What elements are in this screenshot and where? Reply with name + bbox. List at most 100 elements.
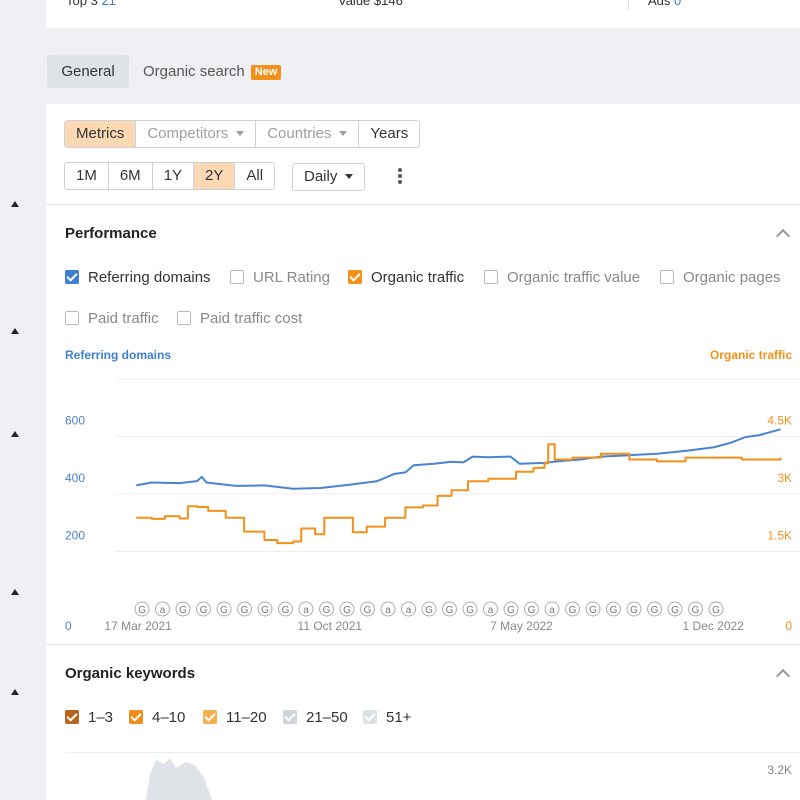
chart-series [136,428,782,545]
expand-up-icon[interactable] [11,689,19,695]
annotation-label: G [712,605,720,616]
annotation-label: a [549,605,555,616]
performance-title: Performance [65,225,157,242]
more-options-icon[interactable] [398,168,402,186]
annotation-label: a [385,605,391,616]
annotation-marker: G [524,601,539,617]
annotation-label: G [692,605,700,616]
checkbox-paid-traffic[interactable]: Paid traffic [65,310,159,327]
range-1y-label: 1Y [163,167,183,184]
mode-years[interactable]: Years [359,121,419,147]
range-6m-label: 6M [119,167,141,184]
ads-label: Ads 0 [648,0,681,8]
annotation-marker: G [626,601,642,617]
annotation-marker: G [216,601,232,617]
checkbox-checked-icon [348,270,362,284]
annotation-marker: a [483,601,498,617]
annotation-marker: G [647,601,662,617]
annotation-label: a [406,605,412,616]
mode-years-label: Years [370,125,409,142]
checkbox-checked-icon [65,270,79,284]
checkbox-organic-pages[interactable]: Organic pages [660,269,781,286]
range-1m[interactable]: 1M [65,163,109,189]
x-axis-tick: 11 Oct 2021 [298,619,363,633]
range-1y[interactable]: 1Y [153,163,195,189]
annotation-label: G [179,605,187,616]
range-6m[interactable]: 6M [109,163,153,189]
mode-countries[interactable]: Countries [256,121,360,147]
annotation-marker: G [708,601,724,617]
annotation-marker: G [339,601,355,617]
annotation-label: G [446,605,454,616]
top3-value[interactable]: 21 [101,0,115,8]
top3-label: Top 3 21 [66,0,116,8]
annotation-marker: G [196,601,211,617]
expand-up-icon[interactable] [11,589,19,595]
left-axis-tick: 400 [65,471,85,485]
annotation-marker: G [421,601,437,617]
checkbox-rank-21-50[interactable]: 21–50 [283,709,348,726]
value-text: Value [338,0,371,8]
checkbox-empty-icon [65,311,79,325]
tab-general[interactable]: General [47,55,129,88]
annotation-marker: G [134,601,150,617]
range-1m-label: 1M [76,167,97,184]
collapse-chevron-icon[interactable] [775,228,791,244]
checkbox-organic-traffic-value[interactable]: Organic traffic value [484,269,640,286]
right-axis-title: Organic traffic [709,348,792,362]
annotation-label: G [241,605,249,616]
annotation-marker: a [544,601,560,617]
checkbox-rank-1-3[interactable]: 1–3 [65,709,113,726]
checkbox-organic-traffic[interactable]: Organic traffic [348,269,464,286]
tab-organic-search[interactable]: Organic search New [143,55,282,88]
checkbox-paid-traffic-cost[interactable]: Paid traffic cost [177,310,302,327]
annotation-label: G [261,605,269,616]
summary-strip: Top 3 21 Value $146 Ads 0 [46,0,800,29]
checkbox-label: Referring domains [88,269,211,286]
collapse-chevron-icon[interactable] [775,668,791,684]
range-all-label: All [246,167,264,184]
annotation-marker: G [667,601,683,617]
interval-dropdown[interactable]: Daily [292,163,366,191]
interval-label: Daily [304,168,338,185]
keywords-area [146,758,212,800]
mode-metrics[interactable]: Metrics [65,121,137,147]
tab-organic-search-label: Organic search [143,63,245,80]
range-2y[interactable]: 2Y [194,163,236,189]
chart-ticks: 0 200 400 600 800 0 1.5K 3K 4.5K 6K 17 Mar 2021 11 … [65,369,792,633]
keywords-chart-preview [146,758,212,800]
main-panel: Metrics Competitors Countries Years 1M 6… [46,104,800,800]
range-all[interactable]: All [235,163,274,189]
mode-countries-label: Countries [267,125,332,142]
checkbox-referring-domains[interactable]: Referring domains [65,269,211,286]
checkbox-rank-4-10[interactable]: 4–10 [129,709,185,726]
value-label: Value $146 [338,0,403,8]
divider [46,204,800,205]
annotation-label: G [282,605,290,616]
annotation-marker: G [237,601,252,617]
checkbox-empty-icon [230,270,244,284]
annotation-marker: G [319,601,334,617]
annotation-label: G [323,605,331,616]
mode-competitors[interactable]: Competitors [136,121,257,147]
divider [628,0,629,10]
right-axis-tick: 1.5K [767,529,792,543]
expand-up-icon[interactable] [11,431,19,437]
checkbox-url-rating[interactable]: URL Rating [230,269,330,286]
checkbox-checked-icon [283,710,297,724]
checkbox-label: URL Rating [253,269,330,286]
annotation-label: G [610,605,618,616]
expand-up-icon[interactable] [11,328,19,334]
ads-value[interactable]: 0 [674,0,681,8]
expand-up-icon[interactable] [11,201,19,207]
checkbox-empty-icon [660,270,674,284]
annotation-marker: a [380,601,396,617]
view-mode-switch: Metrics Competitors Countries Years [64,120,421,148]
annotation-label: a [488,605,494,616]
right-axis-tick: 6K [777,369,792,370]
checkbox-empty-icon [177,311,191,325]
annotation-marker: G [565,601,580,617]
checkbox-rank-11-20[interactable]: 11–20 [203,709,267,726]
annotation-label: G [507,605,515,616]
checkbox-rank-51-plus[interactable]: 51+ [363,709,411,726]
